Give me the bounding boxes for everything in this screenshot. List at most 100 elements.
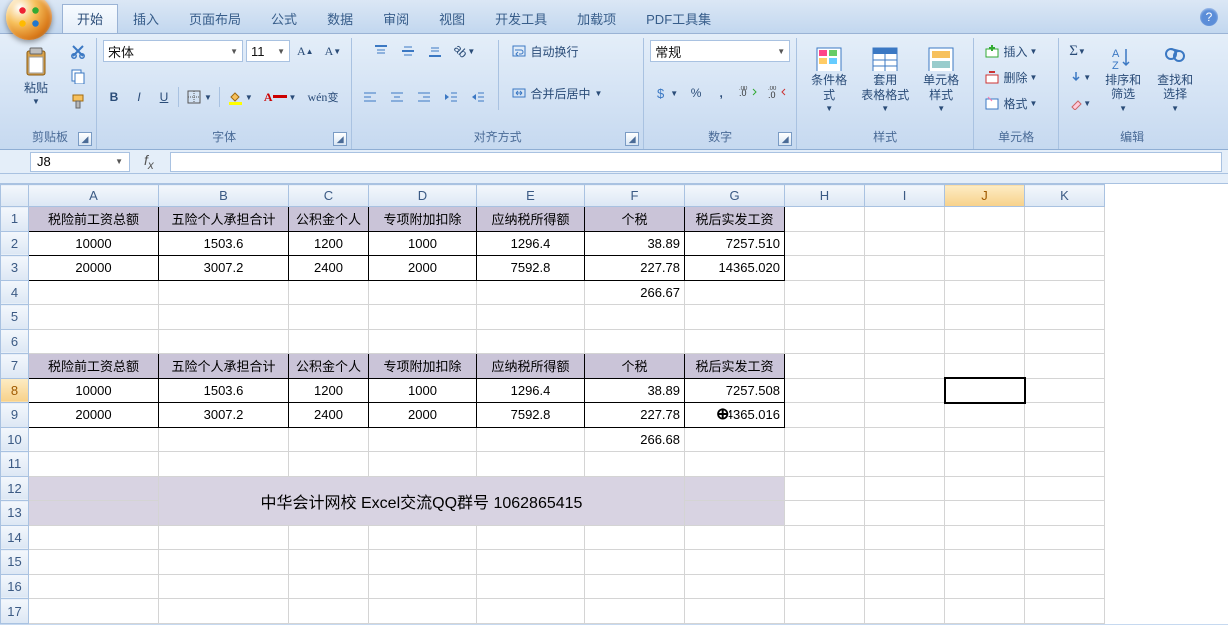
cell-E6[interactable] <box>477 329 585 354</box>
cell-H16[interactable] <box>785 574 865 599</box>
cell-A4[interactable] <box>29 280 159 305</box>
formula-input[interactable] <box>170 152 1222 172</box>
cell-F2[interactable]: 38.89 <box>585 231 685 256</box>
font-size-combo[interactable]: 11▼ <box>246 40 290 62</box>
cell-I12[interactable] <box>865 476 945 501</box>
col-header-F[interactable]: F <box>585 185 685 207</box>
fill-color-button[interactable]: ▼ <box>223 86 257 108</box>
cell-K1[interactable] <box>1025 207 1105 232</box>
align-left-button[interactable] <box>358 86 382 108</box>
cell-H6[interactable] <box>785 329 865 354</box>
cell-I8[interactable] <box>865 378 945 403</box>
cell-A14[interactable] <box>29 525 159 550</box>
cell-C8[interactable]: 1200 <box>289 378 369 403</box>
tab-review[interactable]: 审阅 <box>368 4 424 33</box>
cell-I15[interactable] <box>865 550 945 575</box>
cell-D10[interactable] <box>369 427 477 452</box>
cell-I10[interactable] <box>865 427 945 452</box>
cell-K8[interactable] <box>1025 378 1105 403</box>
align-center-button[interactable] <box>385 86 409 108</box>
cell-C3[interactable]: 2400 <box>289 256 369 281</box>
cell-G17[interactable] <box>685 599 785 624</box>
decrease-font-button[interactable]: A▼ <box>321 40 346 62</box>
cell-I9[interactable] <box>865 403 945 428</box>
cell-B10[interactable] <box>159 427 289 452</box>
cell-J11[interactable] <box>945 452 1025 477</box>
cell-K2[interactable] <box>1025 231 1105 256</box>
cell-D8[interactable]: 1000 <box>369 378 477 403</box>
cell-B14[interactable] <box>159 525 289 550</box>
cell-G2[interactable]: 7257.510 <box>685 231 785 256</box>
accounting-format-button[interactable]: $▼ <box>650 82 682 104</box>
cell-I13[interactable] <box>865 501 945 526</box>
cell-J4[interactable] <box>945 280 1025 305</box>
cell-styles-button[interactable]: 单元格 样式▼ <box>915 40 967 118</box>
percent-button[interactable]: % <box>685 82 707 104</box>
cell-E16[interactable] <box>477 574 585 599</box>
cell-E9[interactable]: 7592.8 <box>477 403 585 428</box>
cell-I5[interactable] <box>865 305 945 330</box>
cell-K3[interactable] <box>1025 256 1105 281</box>
cell-K11[interactable] <box>1025 452 1105 477</box>
cell-A8[interactable]: 10000 <box>29 378 159 403</box>
cell-D3[interactable]: 2000 <box>369 256 477 281</box>
cell-J3[interactable] <box>945 256 1025 281</box>
cell-F15[interactable] <box>585 550 685 575</box>
font-name-combo[interactable]: 宋体▼ <box>103 40 243 62</box>
cell-J12[interactable] <box>945 476 1025 501</box>
cell-C5[interactable] <box>289 305 369 330</box>
cell-F8[interactable]: 38.89 <box>585 378 685 403</box>
number-format-combo[interactable]: 常规▼ <box>650 40 790 62</box>
cell-A1[interactable]: 税险前工资总额 <box>29 207 159 232</box>
tab-view[interactable]: 视图 <box>424 4 480 33</box>
align-bottom-button[interactable] <box>423 40 447 62</box>
cell-I16[interactable] <box>865 574 945 599</box>
cell-K15[interactable] <box>1025 550 1105 575</box>
font-color-button[interactable]: A▼ <box>260 86 301 108</box>
tab-formulas[interactable]: 公式 <box>256 4 312 33</box>
cell-F4[interactable]: 266.67 <box>585 280 685 305</box>
cell-G6[interactable] <box>685 329 785 354</box>
cell-K7[interactable] <box>1025 354 1105 379</box>
copy-button[interactable] <box>66 65 90 87</box>
row-header-2[interactable]: 2 <box>1 231 29 256</box>
cell-E7[interactable]: 应纳税所得额 <box>477 354 585 379</box>
cell-B3[interactable]: 3007.2 <box>159 256 289 281</box>
cell-I3[interactable] <box>865 256 945 281</box>
cell-C2[interactable]: 1200 <box>289 231 369 256</box>
row-header-4[interactable]: 4 <box>1 280 29 305</box>
cell-K10[interactable] <box>1025 427 1105 452</box>
increase-indent-button[interactable] <box>466 86 490 108</box>
row-header-8[interactable]: 8 <box>1 378 29 403</box>
cut-button[interactable] <box>66 40 90 62</box>
cell-H8[interactable] <box>785 378 865 403</box>
cell-E11[interactable] <box>477 452 585 477</box>
row-header-7[interactable]: 7 <box>1 354 29 379</box>
tab-data[interactable]: 数据 <box>312 4 368 33</box>
merge-center-button[interactable]: 合并后居中▼ <box>507 82 637 104</box>
cell-D5[interactable] <box>369 305 477 330</box>
row-header-15[interactable]: 15 <box>1 550 29 575</box>
cell-B2[interactable]: 1503.6 <box>159 231 289 256</box>
cell-F5[interactable] <box>585 305 685 330</box>
cell-H5[interactable] <box>785 305 865 330</box>
cell-J10[interactable] <box>945 427 1025 452</box>
row-header-12[interactable]: 12 <box>1 476 29 501</box>
cell-G14[interactable] <box>685 525 785 550</box>
find-select-button[interactable]: 查找和 选择▼ <box>1151 40 1199 118</box>
cell-B5[interactable] <box>159 305 289 330</box>
underline-button[interactable]: U <box>153 86 175 108</box>
cell-D4[interactable] <box>369 280 477 305</box>
tab-addins[interactable]: 加载项 <box>562 4 631 33</box>
col-header-K[interactable]: K <box>1025 185 1105 207</box>
cell-F17[interactable] <box>585 599 685 624</box>
cell-A12[interactable] <box>29 476 159 501</box>
cell-G7[interactable]: 税后实发工资 <box>685 354 785 379</box>
cell-B6[interactable] <box>159 329 289 354</box>
cell-B8[interactable]: 1503.6 <box>159 378 289 403</box>
tab-pagelayout[interactable]: 页面布局 <box>174 4 256 33</box>
clear-button[interactable]: ▼ <box>1065 92 1095 114</box>
format-as-table-button[interactable]: 套用 表格格式▼ <box>859 40 911 118</box>
cell-C16[interactable] <box>289 574 369 599</box>
cell-G13[interactable] <box>685 501 785 526</box>
